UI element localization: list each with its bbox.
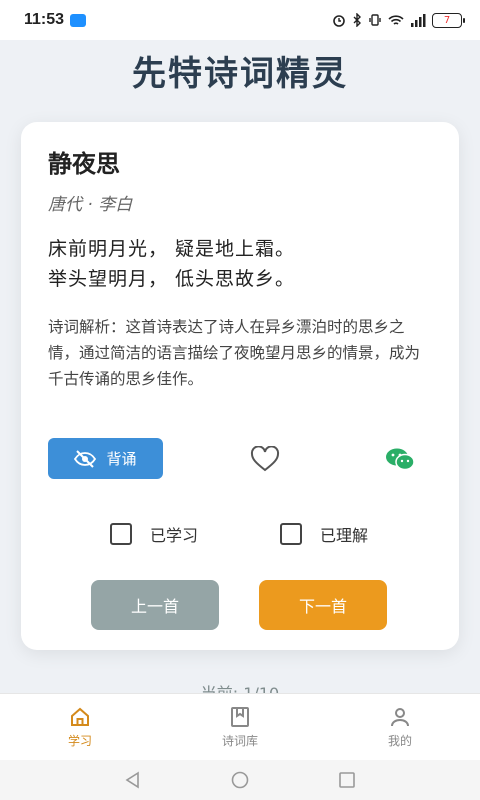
understood-checkbox-row[interactable]: 已理解 [280, 522, 368, 546]
status-left: 11:53 [24, 11, 87, 29]
tab-learn[interactable]: 学习 [20, 706, 140, 749]
system-nav-bar [0, 760, 480, 800]
tab-mine[interactable]: 我的 [340, 706, 460, 749]
recite-label: 背诵 [106, 450, 137, 468]
status-time: 11:53 [24, 11, 65, 28]
bottom-tab-bar: 学习 诗词库 我的 [0, 693, 480, 760]
poem-line: 床前明月光， 疑是地上霜。 [48, 238, 296, 260]
poem-line: 举头望明月， 低头思故乡。 [48, 268, 296, 290]
wechat-share-icon[interactable] [385, 447, 415, 471]
status-right: 7 [332, 12, 465, 28]
learned-checkbox[interactable] [110, 523, 132, 545]
status-bar: 11:53 7 [0, 0, 480, 40]
vibrate-icon [369, 14, 381, 26]
back-icon[interactable] [123, 770, 143, 790]
signal-icon [411, 13, 426, 27]
recite-button[interactable]: 背诵 [48, 438, 163, 479]
bluetooth-icon [353, 13, 361, 27]
wifi-icon [388, 14, 404, 25]
poem-author: 唐代 · 李白 [48, 195, 133, 215]
learned-checkbox-row[interactable]: 已学习 [110, 522, 198, 546]
tab-label: 我的 [387, 733, 412, 748]
next-poem-button[interactable]: 下一首 [259, 580, 387, 630]
alarm-icon [333, 15, 345, 27]
battery-level: 7 [443, 14, 451, 26]
battery-icon: 7 [432, 12, 465, 28]
tab-label: 诗词库 [221, 733, 258, 748]
tab-label: 学习 [67, 733, 92, 748]
home-icon [71, 707, 89, 726]
eye-slash-icon [74, 449, 97, 468]
book-icon [231, 706, 249, 727]
home-circle-icon[interactable] [230, 770, 250, 790]
poem-card: 静夜思 唐代 · 李白 床前明月光， 疑是地上霜。 举头望明月， 低头思故乡。 … [21, 122, 459, 650]
tab-poem-library[interactable]: 诗词库 [180, 706, 300, 749]
poem-analysis: 诗词解析：这首诗表达了诗人在异乡漂泊时的思乡之情，通过简洁的语言描绘了夜晚望月思… [48, 318, 421, 388]
heart-icon[interactable] [250, 446, 280, 472]
understood-label: 已理解 [320, 526, 369, 545]
message-icon [70, 13, 87, 27]
progress-indicator: 当前: 1/10 [200, 684, 280, 694]
recents-icon[interactable] [337, 770, 357, 790]
poem-title: 静夜思 [48, 150, 120, 178]
learned-label: 已学习 [150, 526, 199, 545]
app-title: 先特诗词精灵 [132, 54, 348, 94]
user-icon [391, 707, 409, 726]
prev-poem-button[interactable]: 上一首 [91, 580, 219, 630]
understood-checkbox[interactable] [280, 523, 302, 545]
